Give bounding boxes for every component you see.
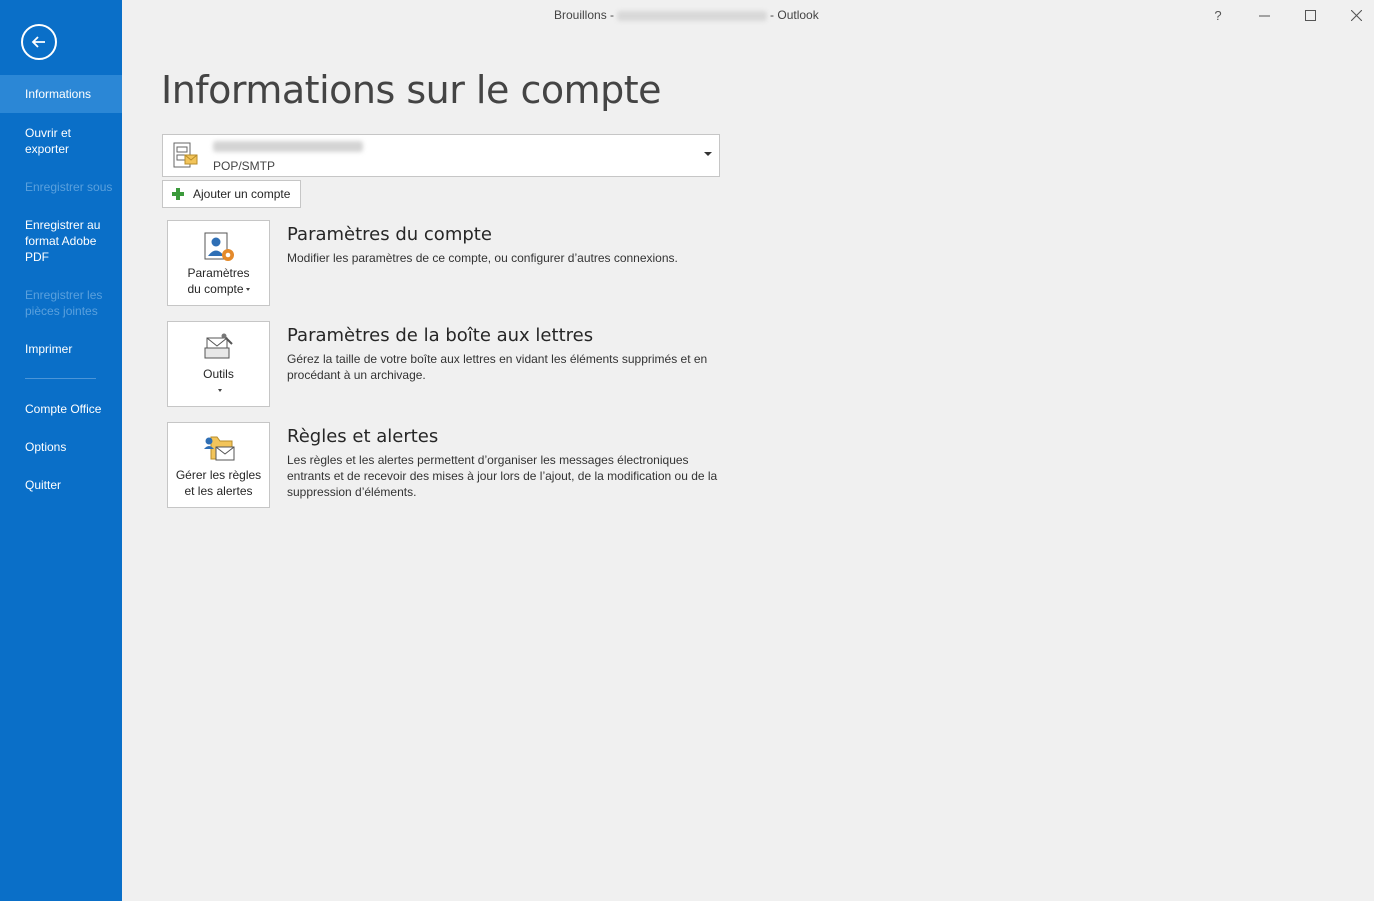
add-account-label: Ajouter un compte [193,187,291,201]
sidebar-item-imprimer[interactable]: Imprimer [0,341,122,357]
tile-label-line1: Gérer les règles [175,468,262,482]
account-mailbox-icon [173,142,198,168]
sidebar-item-quitter[interactable]: Quitter [0,477,122,493]
rules-alerts-tile[interactable]: Gérer les règles et les alertes [167,422,270,508]
minimize-button[interactable] [1254,6,1274,24]
tools-tile[interactable]: Outils [167,321,270,407]
sidebar-item-informations[interactable]: Informations [0,75,122,113]
tile-label-line1: Paramètres [187,266,250,280]
mailbox-settings-heading: Paramètres de la boîte aux lettres [287,325,594,346]
redacted-email [617,10,768,21]
account-type: POP/SMTP [213,159,276,173]
add-account-button[interactable]: Ajouter un compte [162,180,301,208]
account-email-redacted [213,141,363,152]
page-title: Informations sur le compte [161,68,662,112]
rules-alerts-tile-label: Gérer les règles et les alertes [168,467,269,499]
close-icon [1350,9,1362,21]
title-bar: Brouillons - - Outlook ? [122,0,1374,30]
tile-label-line2: du compte [168,281,269,297]
back-button[interactable] [21,24,57,60]
account-selector[interactable]: POP/SMTP [162,134,720,177]
chevron-down-icon [704,152,712,156]
rules-alerts-heading: Règles et alertes [287,426,439,447]
window-title: Brouillons - - Outlook [554,8,819,22]
close-button[interactable] [1346,6,1366,24]
maximize-icon [1304,9,1316,21]
sidebar-item-options[interactable]: Options [0,439,122,455]
tile-label-line2 [168,382,269,398]
sidebar-item-ouvrir-exporter[interactable]: Ouvrir et exporter [0,125,122,157]
tile-label-line2: et les alertes [184,484,253,498]
dropdown-caret-icon [217,389,222,393]
account-settings-description: Modifier les paramètres de ce compte, ou… [287,251,678,265]
mailbox-settings-description: Gérez la taille de votre boîte aux lettr… [287,352,708,382]
help-button[interactable]: ? [1208,6,1228,24]
account-settings-tile-label: Paramètres du compte [168,265,269,297]
rules-alerts-description: Les règles et les alertes permettent d’o… [287,453,718,499]
sidebar-divider [25,378,96,379]
sidebar-item-enregistrer-pieces-jointes: Enregistrer les pièces jointes [25,288,103,318]
window-title-prefix: Brouillons - [554,8,615,22]
sidebar-item-enregistrer-sous: Enregistrer sous [25,180,113,194]
back-arrow-icon [31,36,45,48]
maximize-button[interactable] [1300,6,1320,24]
backstage-sidebar: Informations Ouvrir et exporter Enregist… [0,0,122,901]
rules-alerts-icon [204,436,235,461]
tile-label-line1: Outils [203,367,234,381]
window-title-suffix: - Outlook [770,8,819,22]
account-settings-tile[interactable]: Paramètres du compte [167,220,270,306]
sidebar-item-compte-office[interactable]: Compte Office [0,401,122,417]
tools-icon [204,333,233,359]
account-settings-icon [204,232,234,261]
tools-tile-label: Outils [168,366,269,398]
account-settings-heading: Paramètres du compte [287,224,492,245]
sidebar-item-enregistrer-pdf[interactable]: Enregistrer au format Adobe PDF [0,217,122,265]
dropdown-caret-icon [245,288,250,292]
tile-label-line2-text: du compte [187,282,244,296]
minimize-icon [1258,15,1270,16]
plus-icon [172,188,184,200]
